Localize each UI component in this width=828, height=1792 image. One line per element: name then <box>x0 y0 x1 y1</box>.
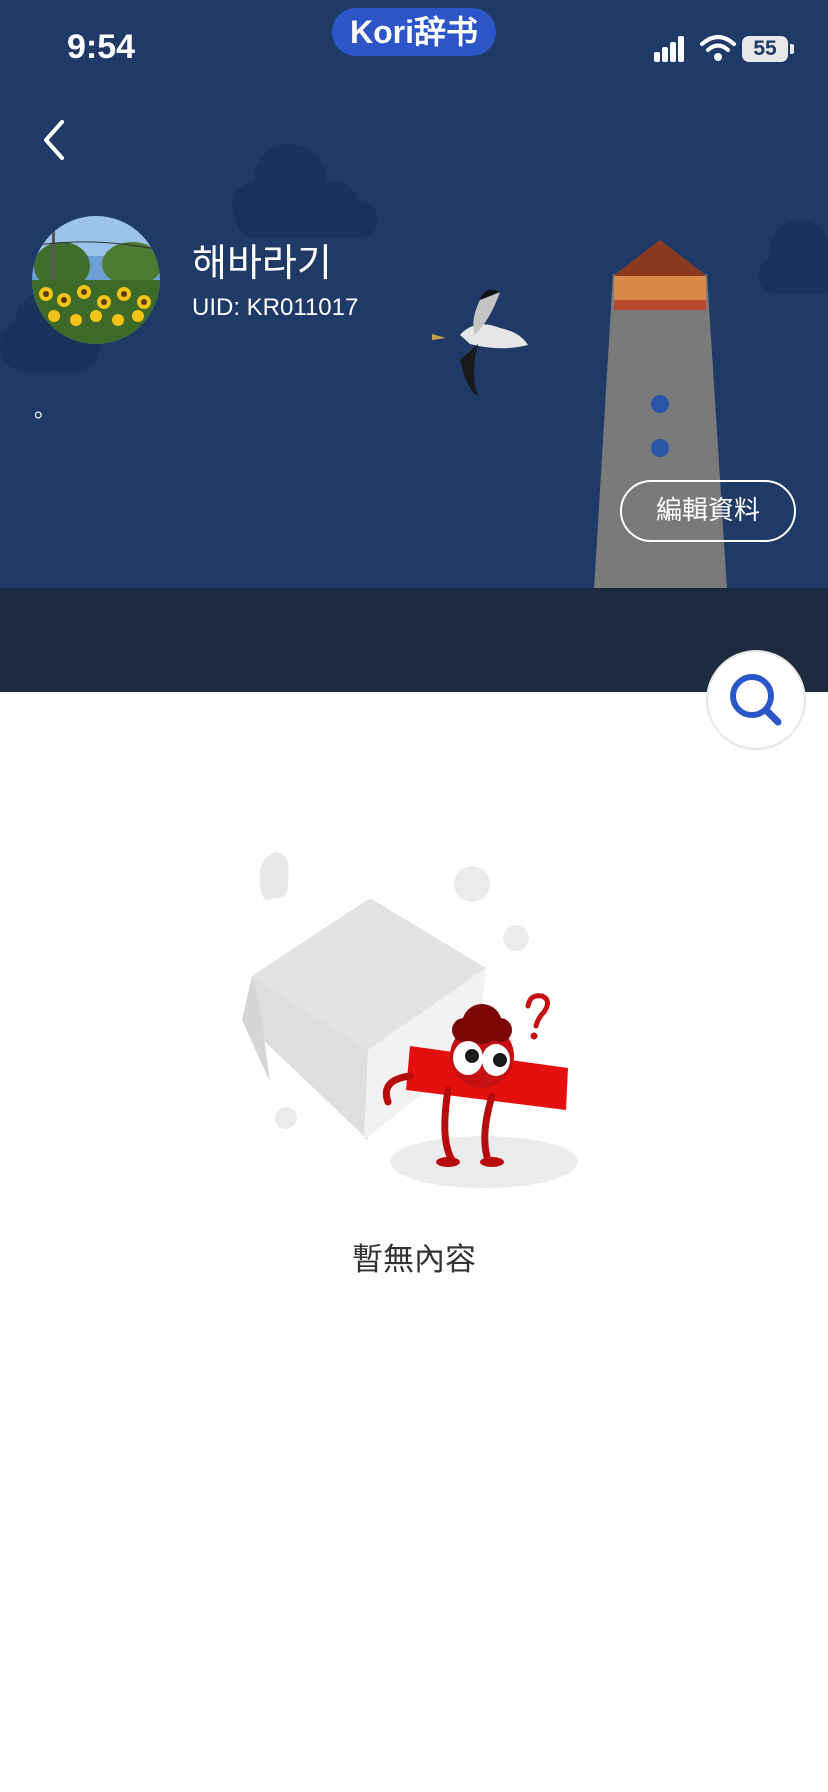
profile-header: 9:54 Kori辞书 55 해바라기 UID: KR011017 。 編輯資料 <box>0 0 828 692</box>
wifi-icon <box>700 35 736 61</box>
username: 해바라기 <box>192 241 332 285</box>
search-icon <box>730 674 782 726</box>
app-name-pill[interactable]: Kori辞书 <box>332 8 496 56</box>
empty-state-message: 暫無內容 <box>352 1242 476 1278</box>
cellular-signal-icon <box>654 36 690 62</box>
battery-icon: 55 <box>742 36 788 62</box>
header-bottom-band <box>0 588 828 692</box>
search-button[interactable] <box>708 652 804 748</box>
status-bar: 9:54 Kori辞书 55 <box>0 0 828 100</box>
empty-state-illustration <box>242 852 578 1188</box>
back-arrow-icon[interactable] <box>34 114 78 166</box>
edit-profile-button[interactable]: 編輯資料 <box>620 480 796 542</box>
avatar-sunflower-image <box>32 216 160 344</box>
battery-tip <box>790 44 794 54</box>
user-uid: UID: KR011017 <box>192 294 359 321</box>
avatar[interactable] <box>32 216 160 344</box>
user-bio: 。 <box>34 397 57 422</box>
status-time: 9:54 <box>67 28 136 66</box>
